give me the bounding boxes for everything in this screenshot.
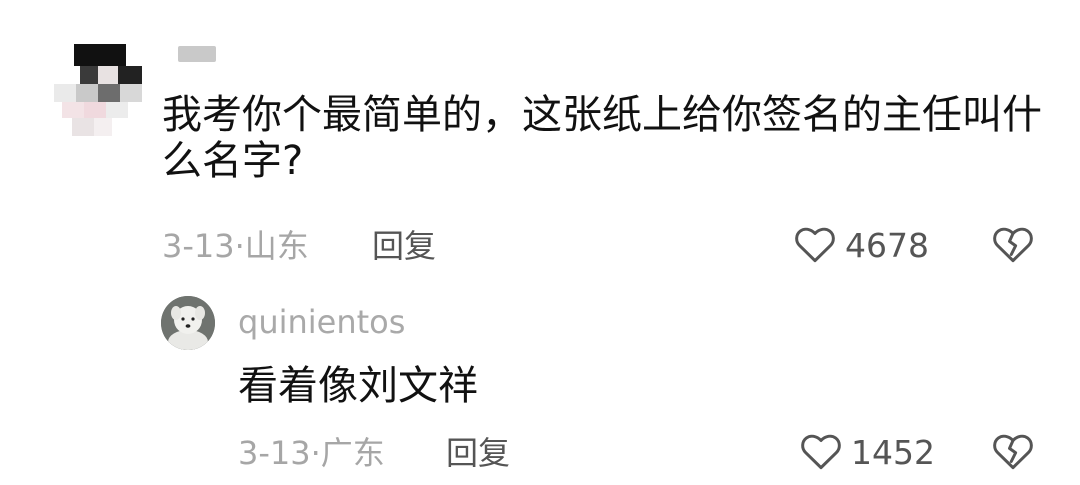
reply-meta: 3-13·广东	[238, 433, 385, 473]
reply-avatar[interactable]	[161, 296, 215, 350]
like-count: 1452	[851, 433, 935, 472]
reply-button[interactable]: 回复	[372, 226, 436, 266]
comment-text-line: 么名字?	[162, 138, 304, 184]
heart-outline-icon[interactable]	[794, 224, 836, 264]
broken-heart-icon[interactable]	[992, 431, 1034, 471]
reply-username[interactable]: quinientos	[238, 302, 405, 342]
author-name[interactable]	[178, 46, 216, 62]
broken-heart-icon[interactable]	[992, 224, 1034, 264]
avatar[interactable]	[54, 44, 146, 136]
meta-separator: ·	[310, 434, 321, 472]
reply-text: 看着像刘文祥	[238, 363, 478, 409]
comment-date: 3-13	[162, 227, 235, 265]
comment-location: 山东	[244, 227, 309, 265]
reply-date: 3-13	[238, 434, 311, 472]
reply-button[interactable]: 回复	[446, 433, 510, 473]
comment-meta: 3-13·山东	[162, 226, 309, 266]
like-count: 4678	[845, 226, 929, 265]
heart-outline-icon[interactable]	[800, 431, 842, 471]
meta-separator: ·	[234, 227, 245, 265]
comment-text: 我考你个最简单的，这张纸上给你签名的主任叫什 么名字?	[162, 92, 1042, 184]
comment-text-line: 我考你个最简单的，这张纸上给你签名的主任叫什	[162, 92, 1042, 138]
reply-location: 广东	[320, 434, 385, 472]
